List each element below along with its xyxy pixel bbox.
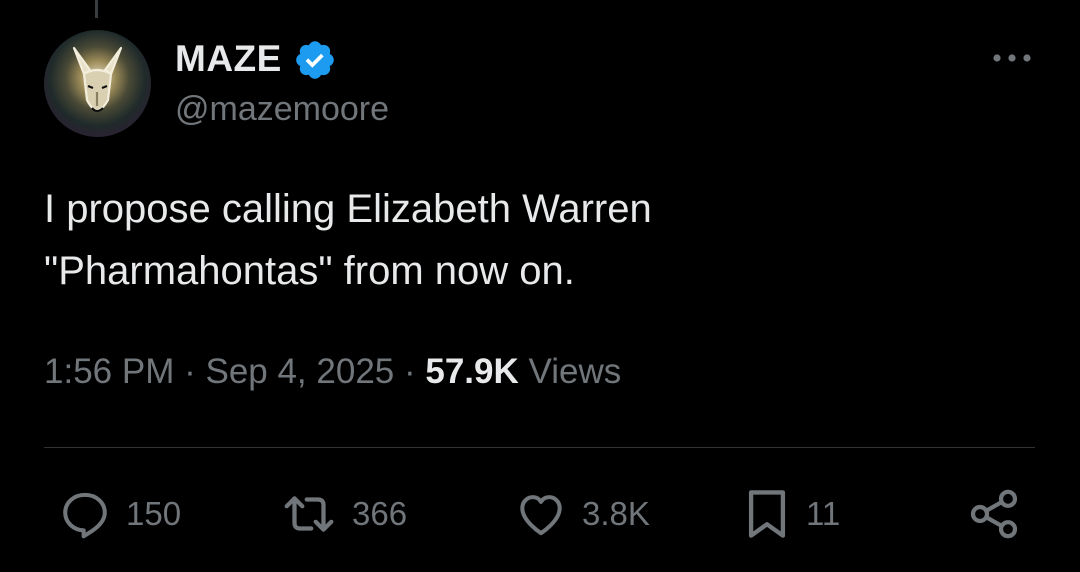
tweet-text-line: I propose calling Elizabeth Warren (44, 187, 652, 231)
like-count: 3.8K (582, 495, 650, 532)
author-handle[interactable]: @mazemoore (175, 90, 389, 129)
reply-button[interactable]: 150 (58, 486, 181, 542)
repost-count: 366 (352, 495, 408, 532)
bookmark-icon (748, 490, 786, 538)
reply-icon (63, 492, 107, 539)
meta-separator: · (394, 352, 426, 391)
meta-separator: · (174, 352, 206, 391)
repost-icon (284, 496, 334, 532)
avatar[interactable] (44, 30, 151, 137)
like-button[interactable]: 3.8K (514, 486, 650, 542)
bookmark-button[interactable]: 11 (742, 486, 840, 542)
tweet-meta: 1:56 PM · Sep 4, 2025 · 57.9K Views (44, 352, 621, 392)
verified-badge-icon (296, 41, 334, 79)
tweet-text-line: "Pharmahontas" from now on. (44, 249, 575, 293)
heart-icon (520, 495, 562, 536)
views-count: 57.9K (425, 352, 519, 391)
divider (44, 447, 1035, 448)
views-label: Views (518, 352, 622, 391)
doberman-avatar-icon (72, 46, 123, 113)
tweet-date[interactable]: Sep 4, 2025 (205, 352, 394, 391)
bookmark-count: 11 (806, 495, 841, 532)
author-display-name[interactable]: MAZE (175, 38, 282, 80)
repost-button[interactable]: 366 (280, 486, 407, 542)
tweet-time[interactable]: 1:56 PM (44, 352, 174, 391)
tweet-text: I propose calling Elizabeth Warren "Phar… (44, 178, 1034, 302)
reply-count: 150 (126, 495, 182, 532)
more-options-icon[interactable] (990, 46, 1034, 70)
thread-connector-line (95, 0, 98, 18)
share-button[interactable] (966, 486, 1022, 542)
share-icon (970, 489, 1018, 539)
